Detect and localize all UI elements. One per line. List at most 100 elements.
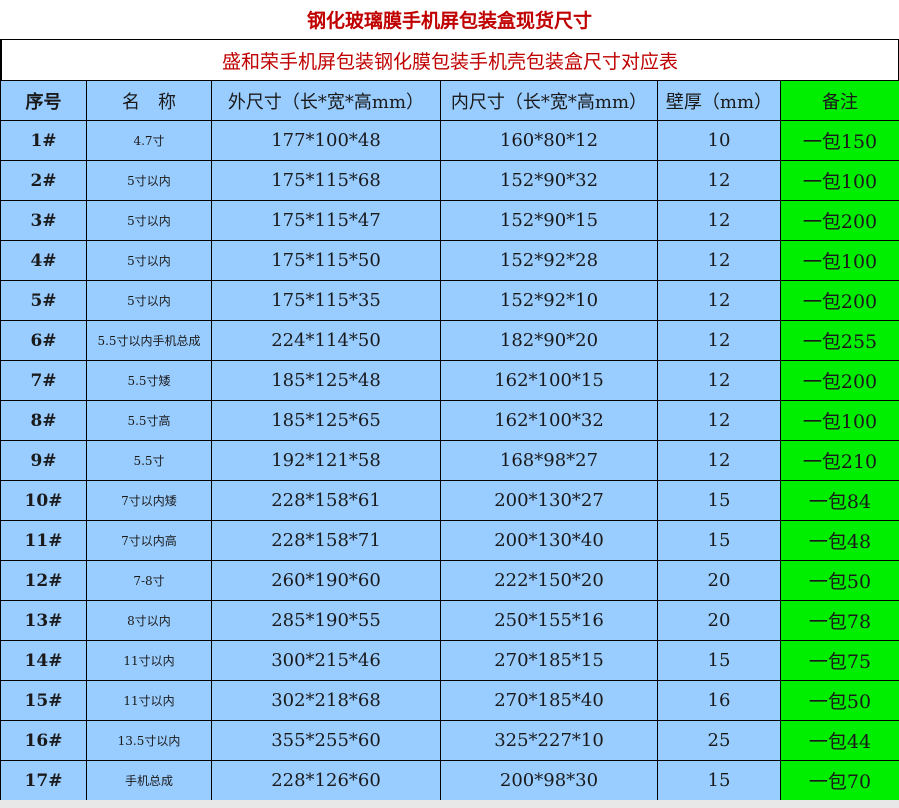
cell-wall-thickness[interactable]: 10	[657, 120, 781, 161]
cell-seq[interactable]: 13#	[0, 600, 87, 641]
cell-note[interactable]: 一包78	[780, 600, 899, 641]
cell-name[interactable]: 5寸以内	[86, 240, 212, 281]
cell-outer-size[interactable]: 260*190*60	[211, 560, 441, 601]
cell-name[interactable]: 13.5寸以内	[86, 720, 212, 761]
cell-name[interactable]: 5.5寸	[86, 440, 212, 481]
cell-inner-size[interactable]: 162*100*32	[440, 400, 658, 441]
cell-name[interactable]: 7寸以内高	[86, 520, 212, 561]
cell-inner-size[interactable]: 222*150*20	[440, 560, 658, 601]
cell-note[interactable]: 一包44	[780, 720, 899, 761]
cell-outer-size[interactable]: 175*115*35	[211, 280, 441, 321]
cell-note[interactable]: 一包200	[780, 280, 899, 321]
cell-wall-thickness[interactable]: 15	[657, 520, 781, 561]
cell-note[interactable]: 一包150	[780, 120, 899, 161]
header-wall-thickness[interactable]: 壁厚（mm）	[657, 80, 781, 121]
cell-outer-size[interactable]: 228*158*61	[211, 480, 441, 521]
cell-outer-size[interactable]: 175*115*68	[211, 160, 441, 201]
header-note[interactable]: 备注	[780, 80, 899, 121]
cell-name[interactable]: 5.5寸矮	[86, 360, 212, 401]
cell-outer-size[interactable]: 177*100*48	[211, 120, 441, 161]
header-name[interactable]: 名 称	[86, 80, 212, 121]
cell-outer-size[interactable]: 285*190*55	[211, 600, 441, 641]
cell-wall-thickness[interactable]: 25	[657, 720, 781, 761]
cell-note[interactable]: 一包100	[780, 160, 899, 201]
header-inner-size[interactable]: 内尺寸（长*宽*高mm）	[440, 80, 658, 121]
cell-inner-size[interactable]: 162*100*15	[440, 360, 658, 401]
cell-wall-thickness[interactable]: 16	[657, 680, 781, 721]
cell-wall-thickness[interactable]: 15	[657, 640, 781, 681]
cell-inner-size[interactable]: 250*155*16	[440, 600, 658, 641]
cell-outer-size[interactable]: 224*114*50	[211, 320, 441, 361]
cell-name[interactable]: 4.7寸	[86, 120, 212, 161]
cell-wall-thickness[interactable]: 12	[657, 400, 781, 441]
cell-wall-thickness[interactable]: 15	[657, 760, 781, 801]
cell-name[interactable]: 5寸以内	[86, 200, 212, 241]
cell-inner-size[interactable]: 270*185*40	[440, 680, 658, 721]
cell-inner-size[interactable]: 270*185*15	[440, 640, 658, 681]
cell-note[interactable]: 一包200	[780, 360, 899, 401]
cell-inner-size[interactable]: 200*130*27	[440, 480, 658, 521]
cell-inner-size[interactable]: 182*90*20	[440, 320, 658, 361]
cell-note[interactable]: 一包75	[780, 640, 899, 681]
cell-seq[interactable]: 14#	[0, 640, 87, 681]
cell-seq[interactable]: 7#	[0, 360, 87, 401]
cell-wall-thickness[interactable]: 12	[657, 200, 781, 241]
cell-name[interactable]: 11寸以内	[86, 680, 212, 721]
cell-note[interactable]: 一包100	[780, 240, 899, 281]
cell-wall-thickness[interactable]: 12	[657, 240, 781, 281]
cell-seq[interactable]: 10#	[0, 480, 87, 521]
cell-wall-thickness[interactable]: 20	[657, 560, 781, 601]
cell-inner-size[interactable]: 152*92*28	[440, 240, 658, 281]
cell-note[interactable]: 一包50	[780, 560, 899, 601]
cell-inner-size[interactable]: 168*98*27	[440, 440, 658, 481]
cell-outer-size[interactable]: 192*121*58	[211, 440, 441, 481]
cell-inner-size[interactable]: 152*90*32	[440, 160, 658, 201]
cell-outer-size[interactable]: 175*115*47	[211, 200, 441, 241]
cell-wall-thickness[interactable]: 12	[657, 160, 781, 201]
cell-wall-thickness[interactable]: 20	[657, 600, 781, 641]
cell-name[interactable]: 5.5寸以内手机总成	[86, 320, 212, 361]
cell-wall-thickness[interactable]: 12	[657, 280, 781, 321]
cell-wall-thickness[interactable]: 12	[657, 360, 781, 401]
cell-seq[interactable]: 5#	[0, 280, 87, 321]
cell-seq[interactable]: 16#	[0, 720, 87, 761]
cell-name[interactable]: 11寸以内	[86, 640, 212, 681]
cell-note[interactable]: 一包210	[780, 440, 899, 481]
header-outer-size[interactable]: 外尺寸（长*宽*高mm）	[211, 80, 441, 121]
cell-inner-size[interactable]: 152*92*10	[440, 280, 658, 321]
cell-name[interactable]: 7-8寸	[86, 560, 212, 601]
cell-inner-size[interactable]: 152*90*15	[440, 200, 658, 241]
cell-outer-size[interactable]: 175*115*50	[211, 240, 441, 281]
cell-name[interactable]: 5寸以内	[86, 160, 212, 201]
cell-wall-thickness[interactable]: 12	[657, 440, 781, 481]
cell-seq[interactable]: 17#	[0, 760, 87, 801]
cell-inner-size[interactable]: 200*98*30	[440, 760, 658, 801]
cell-seq[interactable]: 9#	[0, 440, 87, 481]
cell-note[interactable]: 一包84	[780, 480, 899, 521]
cell-wall-thickness[interactable]: 12	[657, 320, 781, 361]
cell-name[interactable]: 5.5寸高	[86, 400, 212, 441]
cell-seq[interactable]: 4#	[0, 240, 87, 281]
cell-note[interactable]: 一包255	[780, 320, 899, 361]
cell-seq[interactable]: 15#	[0, 680, 87, 721]
cell-inner-size[interactable]: 200*130*40	[440, 520, 658, 561]
cell-inner-size[interactable]: 325*227*10	[440, 720, 658, 761]
cell-note[interactable]: 一包50	[780, 680, 899, 721]
cell-note[interactable]: 一包200	[780, 200, 899, 241]
cell-outer-size[interactable]: 302*218*68	[211, 680, 441, 721]
cell-seq[interactable]: 8#	[0, 400, 87, 441]
cell-seq[interactable]: 1#	[0, 120, 87, 161]
cell-wall-thickness[interactable]: 15	[657, 480, 781, 521]
cell-seq[interactable]: 12#	[0, 560, 87, 601]
cell-outer-size[interactable]: 300*215*46	[211, 640, 441, 681]
cell-outer-size[interactable]: 228*158*71	[211, 520, 441, 561]
cell-outer-size[interactable]: 228*126*60	[211, 760, 441, 801]
cell-note[interactable]: 一包48	[780, 520, 899, 561]
cell-outer-size[interactable]: 185*125*48	[211, 360, 441, 401]
header-seq[interactable]: 序号	[0, 80, 87, 121]
cell-note[interactable]: 一包100	[780, 400, 899, 441]
cell-outer-size[interactable]: 185*125*65	[211, 400, 441, 441]
cell-outer-size[interactable]: 355*255*60	[211, 720, 441, 761]
cell-name[interactable]: 8寸以内	[86, 600, 212, 641]
cell-seq[interactable]: 11#	[0, 520, 87, 561]
